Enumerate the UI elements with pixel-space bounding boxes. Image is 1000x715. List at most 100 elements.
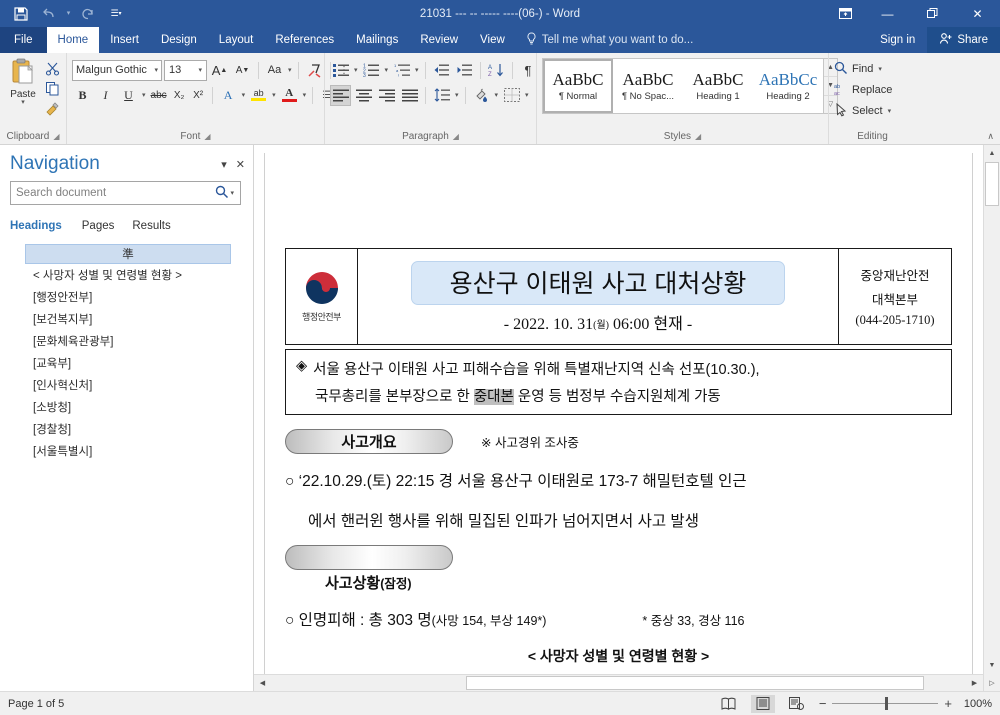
text-effects-icon[interactable]: A [218,85,239,106]
text-effects-caret-icon[interactable]: ▾ [241,91,247,99]
vscroll-thumb[interactable] [985,162,999,206]
tab-view[interactable]: View [469,27,516,53]
style-normal[interactable]: AaBbC ¶ Normal [543,59,613,113]
zoom-control[interactable]: − + [819,696,952,711]
replace-button[interactable]: abac Replace [834,80,892,100]
nav-tab-pages[interactable]: Pages [78,217,129,236]
subscript-button[interactable]: X₂ [171,85,188,106]
undo-dropdown-icon[interactable]: ▾ [64,3,73,25]
navigation-search-box[interactable]: ▾ [10,181,241,205]
nav-heading-1[interactable]: < 사망자 성별 및 연령별 현황 > [0,264,253,286]
customize-quick-access-toolbar-icon[interactable]: ☰▾ [103,3,129,25]
zoom-in-button[interactable]: + [944,696,952,711]
tab-mailings[interactable]: Mailings [345,27,409,53]
nav-heading-3[interactable]: [보건복지부] [0,308,253,330]
tab-insert[interactable]: Insert [99,27,150,53]
navigation-close-icon[interactable]: ✕ [236,158,245,171]
nav-heading-5[interactable]: [교육부] [0,352,253,374]
tab-layout[interactable]: Layout [208,27,265,53]
document-canvas[interactable]: 행정안전부 용산구 이태원 사고 대처상황 - 2022. 10. 31(월) … [254,145,983,674]
share-button[interactable]: Share [927,27,1000,53]
bullets-caret-icon[interactable]: ▾ [353,66,359,74]
nav-heading-8[interactable]: [경찰청] [0,418,253,440]
format-painter-icon[interactable] [43,100,61,117]
page-indicator[interactable]: Page 1 of 5 [8,698,64,710]
nav-heading-7[interactable]: [소방청] [0,396,253,418]
hscroll-right-icon[interactable]: ▶ [966,675,983,691]
font-name-caret-icon[interactable]: ▾ [154,66,158,74]
shading-caret-icon[interactable]: ▾ [494,91,500,99]
shrink-font-icon[interactable]: A▼ [232,60,253,81]
find-button[interactable]: Find ▾ [834,59,883,79]
underline-caret-icon[interactable]: ▾ [141,91,147,99]
font-name-combobox[interactable]: Malgun Gothic ▾ [72,60,162,81]
styles-dialog-launcher-icon[interactable]: ◢ [695,132,701,141]
multilevel-list-icon[interactable]: 1ai [391,60,412,81]
search-icon[interactable] [215,185,229,202]
paste-button[interactable]: Paste ▾ [5,58,41,106]
web-layout-button[interactable] [785,695,809,713]
horizontal-scrollbar[interactable]: ◀ ▶ [254,674,983,691]
increase-indent-icon[interactable] [454,60,475,81]
align-right-button[interactable] [376,85,397,106]
tab-design[interactable]: Design [150,27,208,53]
print-layout-button[interactable] [751,695,775,713]
paragraph-dialog-launcher-icon[interactable]: ◢ [453,132,459,141]
numbering-caret-icon[interactable]: ▾ [384,66,390,74]
zoom-out-button[interactable]: − [819,696,827,711]
tab-home[interactable]: Home [47,27,100,53]
vscroll-up-icon[interactable]: ▲ [984,145,1000,162]
zoom-level[interactable]: 100% [962,698,992,710]
clear-formatting-icon[interactable] [304,60,325,81]
bullets-icon[interactable] [330,60,351,81]
collapse-ribbon-icon[interactable]: ∧ [987,131,994,142]
tell-me-search[interactable]: Tell me what you want to do... [516,27,704,53]
nav-heading-4[interactable]: [문화체육관광부] [0,330,253,352]
find-caret-icon[interactable]: ▾ [877,65,883,73]
undo-icon[interactable] [36,3,62,25]
bold-button[interactable]: B [72,85,93,106]
justify-button[interactable] [399,85,420,106]
font-dialog-launcher-icon[interactable]: ◢ [204,132,210,141]
vertical-scrollbar[interactable]: ▲ ▼ ▷ [983,145,1000,691]
italic-button[interactable]: I [95,85,116,106]
ribbon-display-options-icon[interactable] [825,0,865,27]
align-left-button[interactable] [330,85,351,106]
multilevel-caret-icon[interactable]: ▾ [414,66,420,74]
vscroll-down-icon[interactable]: ▼ [984,657,1000,674]
style-no-spacing[interactable]: AaBbC ¶ No Spac... [613,59,683,113]
search-input[interactable] [16,187,215,199]
navigation-options-icon[interactable]: ▾ [221,158,227,171]
change-case-icon[interactable]: Aa [264,60,285,81]
sort-icon[interactable]: AZ [486,60,507,81]
nav-heading-selected[interactable]: 準 [25,244,231,264]
restore-button[interactable] [910,0,955,27]
minimize-button[interactable]: — [865,0,910,27]
search-options-caret-icon[interactable]: ▾ [229,189,235,197]
highlight-caret-icon[interactable]: ▾ [271,91,277,99]
borders-caret-icon[interactable]: ▾ [524,91,530,99]
font-color-caret-icon[interactable]: ▾ [302,91,308,99]
sign-in-button[interactable]: Sign in [868,27,927,53]
hscroll-track[interactable] [271,675,966,691]
nav-heading-9[interactable]: [서울특별시] [0,440,253,462]
cut-icon[interactable] [43,60,61,77]
copy-icon[interactable] [43,80,61,97]
hscroll-left-icon[interactable]: ◀ [254,675,271,691]
superscript-button[interactable]: X² [190,85,207,106]
save-icon[interactable] [8,3,34,25]
nav-tab-results[interactable]: Results [128,217,184,236]
tab-references[interactable]: References [264,27,345,53]
zoom-slider-thumb[interactable] [885,697,888,710]
line-spacing-caret-icon[interactable]: ▾ [454,91,460,99]
zoom-slider-track[interactable] [832,703,938,704]
style-heading-2[interactable]: AaBbCc Heading 2 [753,59,823,113]
tab-review[interactable]: Review [409,27,469,53]
close-button[interactable]: ✕ [955,0,1000,27]
nav-tab-headings[interactable]: Headings [10,217,78,236]
change-case-caret-icon[interactable]: ▾ [287,66,293,74]
read-mode-button[interactable] [717,695,741,713]
text-highlight-color-icon[interactable]: ab [248,85,269,106]
nav-heading-2[interactable]: [행정안전부] [0,286,253,308]
vscroll-track[interactable] [984,162,1000,657]
